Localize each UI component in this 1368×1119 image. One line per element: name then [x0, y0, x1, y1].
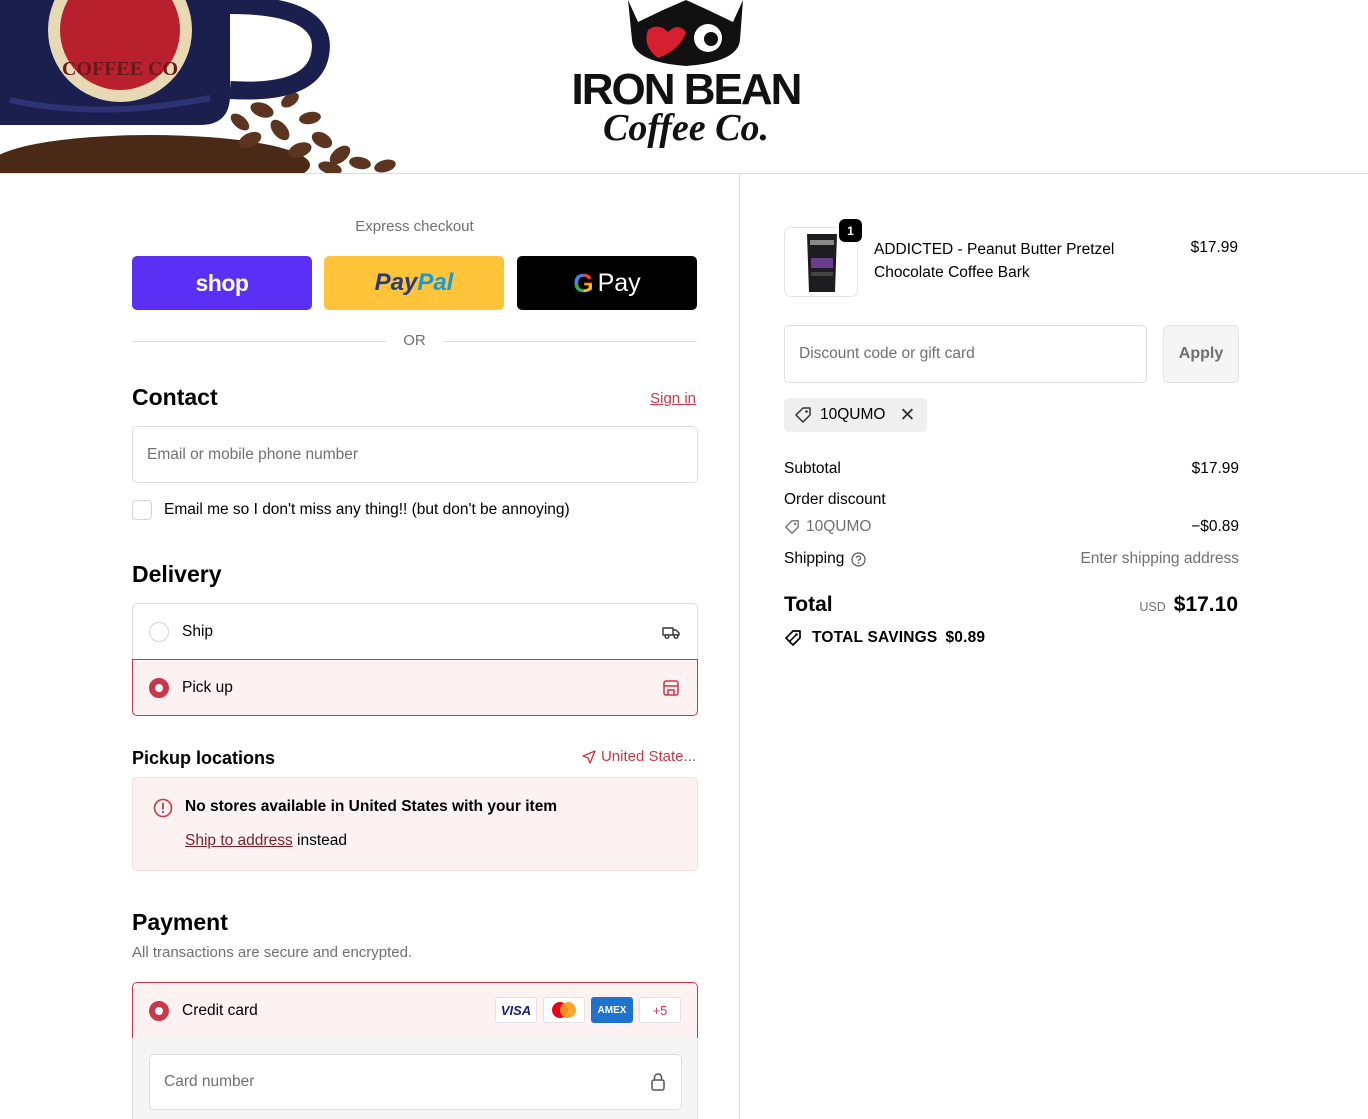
store-icon — [663, 679, 679, 696]
product-price: $17.99 — [1190, 239, 1238, 256]
amex-icon: AMEX — [591, 997, 633, 1023]
sign-in-link[interactable]: Sign in — [650, 390, 696, 407]
discount-field-wrapper — [784, 325, 1147, 383]
product-name: ADDICTED - Peanut Butter Pretzel Chocola… — [874, 241, 1115, 281]
shipping-label: Shipping — [784, 550, 845, 567]
order-discount-row: Order discount — [784, 491, 1239, 509]
credit-card-radio[interactable] — [149, 1000, 169, 1021]
logo-coffee-co: Coffee Co. — [603, 107, 769, 149]
location-arrow-icon — [582, 749, 596, 764]
visa-icon: VISA — [495, 997, 537, 1023]
quantity-badge: 1 — [839, 219, 862, 242]
ship-to-address-link[interactable]: Ship to address — [185, 832, 293, 849]
mastercard-icon — [543, 997, 585, 1023]
alert-circle-icon — [153, 798, 173, 818]
discount-code-detail: 10QUMO — [784, 518, 871, 536]
mug-badge-text: COFFEE CO — [62, 58, 178, 80]
no-stores-message: No stores available in United States wit… — [185, 798, 558, 815]
help-circle-icon[interactable] — [851, 551, 866, 567]
paypal-button[interactable]: Pay Pal — [324, 256, 504, 310]
delivery-heading: Delivery — [132, 561, 222, 587]
applied-discount-code: 10QUMO — [820, 406, 886, 423]
currency-code: USD — [1139, 600, 1166, 614]
savings-tag-icon — [785, 630, 801, 646]
total-value: $17.10 — [1173, 593, 1238, 616]
payment-subtitle: All transactions are secure and encrypte… — [132, 944, 413, 961]
discount-value: −$0.89 — [1191, 518, 1239, 535]
more-cards-badge: +5 — [639, 997, 681, 1023]
ship-instead-row: Ship to address instead — [185, 832, 347, 850]
savings-label: TOTAL SAVINGS — [812, 629, 938, 646]
paypal-label-pal: Pal — [417, 269, 454, 296]
country-label: United State... — [600, 748, 696, 765]
order-discount-label: Order discount — [784, 491, 886, 508]
ship-instead-suffix: instead — [292, 832, 348, 849]
pickup-locations-heading: Pickup locations — [132, 748, 276, 768]
subtotal-row: Subtotal $17.99 — [784, 460, 1239, 478]
shipping-value: Enter shipping address — [1080, 550, 1239, 567]
google-g-icon: G — [573, 267, 594, 298]
delivery-option-pickup[interactable]: Pick up — [132, 659, 698, 716]
no-stores-notice: No stores available in United States wit… — [132, 777, 698, 871]
shipping-label-group: Shipping — [784, 550, 866, 568]
shop-pay-button[interactable]: shop — [132, 256, 312, 310]
email-field[interactable] — [147, 445, 683, 464]
iron-bean-logo: IRON BEAN Coffee Co. — [568, 0, 804, 158]
mug-hero-image: COFFEE CO — [0, 0, 410, 173]
applied-discount-chip: 10QUMO ✕ — [784, 398, 928, 432]
page-header: COFFEE CO IRON BEAN Coffee Co. — [0, 0, 1368, 174]
delivery-options: Ship Pick up — [132, 603, 698, 716]
ship-label: Ship — [182, 623, 214, 640]
email-field-wrapper — [132, 426, 698, 483]
card-brand-list: VISA AMEX +5 — [495, 997, 681, 1023]
credit-card-option[interactable]: Credit card VISA AMEX +5 — [132, 982, 698, 1039]
savings-value: $0.89 — [945, 629, 986, 646]
card-number-field[interactable] — [164, 1073, 649, 1091]
delivery-option-ship[interactable]: Ship — [133, 604, 697, 660]
remove-discount-icon[interactable]: ✕ — [899, 404, 915, 427]
contact-heading: Contact — [132, 384, 218, 410]
ship-radio[interactable] — [149, 622, 169, 642]
apply-discount-button[interactable]: Apply — [1163, 325, 1239, 383]
truck-icon — [662, 627, 680, 639]
newsletter-checkbox[interactable] — [132, 500, 152, 520]
subtotal-value: $17.99 — [1191, 460, 1239, 477]
or-divider: OR — [132, 332, 697, 350]
card-number-wrapper — [149, 1054, 682, 1110]
lock-icon — [651, 1073, 665, 1091]
total-amount: USD $17.10 — [1139, 593, 1238, 617]
order-summary-column: 1 ADDICTED - Peanut Butter Pretzel Choco… — [741, 174, 1368, 1119]
discount-code-field[interactable] — [799, 345, 1132, 363]
total-savings-row: TOTAL SAVINGS $0.89 — [784, 629, 985, 647]
checkout-form-column: Express checkout shop Pay Pal G Pay OR Co… — [0, 174, 740, 1119]
tag-icon — [795, 407, 811, 423]
country-selector[interactable]: United State... — [582, 748, 696, 765]
total-label: Total — [784, 593, 833, 616]
discount-code-row: 10QUMO −$0.89 — [784, 518, 1239, 536]
credit-card-label: Credit card — [182, 1001, 258, 1019]
express-checkout-title: Express checkout — [355, 218, 474, 235]
newsletter-label: Email me so I don't miss any thing!! (bu… — [164, 501, 570, 518]
shop-pay-label: shop — [195, 269, 249, 296]
pickup-label: Pick up — [182, 678, 233, 696]
newsletter-row: Email me so I don't miss any thing!! (bu… — [132, 500, 570, 520]
google-pay-label: Pay — [597, 268, 641, 297]
discount-code-label: 10QUMO — [806, 518, 872, 535]
subtotal-label: Subtotal — [784, 460, 841, 477]
google-pay-button[interactable]: G Pay — [517, 256, 697, 310]
pickup-radio[interactable] — [149, 677, 169, 698]
tag-icon — [785, 520, 799, 534]
credit-card-form — [132, 1038, 698, 1119]
payment-heading: Payment — [132, 909, 228, 935]
paypal-label-pay: Pay — [374, 269, 418, 296]
shipping-row: Shipping Enter shipping address — [784, 550, 1239, 568]
